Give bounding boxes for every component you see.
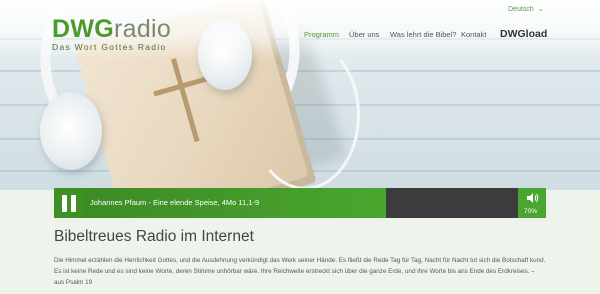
player-progress-area[interactable] bbox=[386, 188, 518, 218]
language-selector[interactable]: Deutsch ⌄ bbox=[508, 5, 544, 13]
logo-text-radio: radio bbox=[114, 15, 172, 43]
nav-programm[interactable]: Programm bbox=[304, 30, 339, 39]
page-heading: Bibeltreues Radio im Internet bbox=[54, 228, 254, 245]
volume-level: 70% bbox=[524, 208, 538, 215]
intro-paragraph: Die Himmel erzählen die Herrlichkeit Got… bbox=[54, 257, 546, 286]
pause-button[interactable] bbox=[54, 188, 84, 218]
speaker-icon bbox=[527, 193, 539, 203]
audio-player: Johannes Pfaum - Eine elende Speise, 4Mo… bbox=[54, 188, 546, 218]
track-title: Johannes Pfaum - Eine elende Speise, 4Mo… bbox=[90, 198, 260, 207]
track-info: Johannes Pfaum - Eine elende Speise, 4Mo… bbox=[84, 188, 386, 218]
headphone-cable bbox=[250, 40, 360, 190]
headphone-earcup-left bbox=[40, 92, 102, 170]
pause-icon bbox=[62, 194, 67, 212]
cross-icon bbox=[171, 58, 200, 143]
main-content: Bibeltreues Radio im Internet Die Himmel… bbox=[54, 228, 554, 288]
nav-was-lehrt-die-bibel[interactable]: Was lehrt die Bibel? bbox=[390, 30, 456, 39]
site-logo[interactable]: DWGradio Das Wort Gottes Radio bbox=[52, 16, 171, 52]
nav-kontakt[interactable]: Kontakt bbox=[461, 30, 486, 39]
nav-ueber-uns[interactable]: Über uns bbox=[349, 30, 379, 39]
language-label: Deutsch bbox=[508, 6, 534, 13]
chevron-down-icon: ⌄ bbox=[537, 6, 544, 13]
logo-text-dwg: DWG bbox=[52, 15, 114, 43]
nav-dwgload[interactable]: DWGload bbox=[500, 28, 547, 40]
logo-tagline: Das Wort Gottes Radio bbox=[52, 42, 167, 52]
volume-control[interactable]: 70% bbox=[518, 188, 546, 218]
